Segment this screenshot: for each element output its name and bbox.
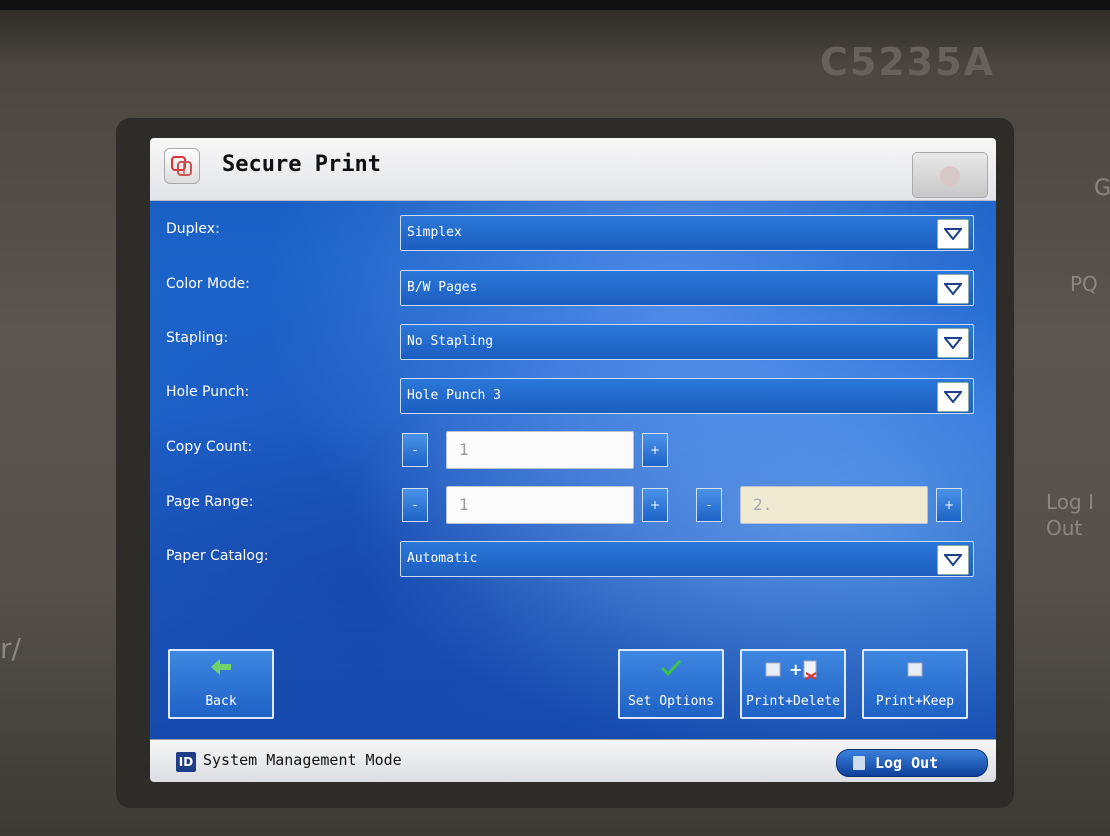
page-range-label: Page Range: [166, 494, 254, 510]
checkmark-icon [620, 659, 722, 683]
log-out-icon [853, 756, 865, 770]
edge-text-pq: PQ [1070, 272, 1098, 296]
dropdown-arrow-icon[interactable] [937, 274, 969, 304]
back-arrow-icon [170, 659, 272, 683]
copy-count-increment-button[interactable]: + [642, 433, 668, 467]
plus-sign: + [789, 660, 802, 679]
print-keep-button[interactable]: Print+Keep [862, 649, 968, 719]
print-keep-label: Print+Keep [875, 694, 955, 709]
touch-screen: Secure Print Duplex: Simplex Color Mode:… [150, 138, 996, 782]
page-range-to-increment-button[interactable]: + [936, 488, 962, 522]
print-keep-icon [864, 659, 966, 683]
stapling-dropdown[interactable]: No Stapling [400, 324, 974, 360]
hole-punch-dropdown[interactable]: Hole Punch 3 [400, 378, 974, 414]
edge-text-left: r/ [0, 632, 21, 665]
duplex-dropdown[interactable]: Simplex [400, 215, 974, 251]
hole-punch-label: Hole Punch: [166, 384, 250, 400]
status-bar: ID System Management Mode Log Out [150, 739, 996, 782]
page-range-from-increment-button[interactable]: + [642, 488, 668, 522]
paper-catalog-value: Automatic [407, 551, 478, 566]
page-range-to-decrement-button[interactable]: - [696, 488, 722, 522]
system-mode-text: System Management Mode [203, 751, 402, 769]
color-mode-label: Color Mode: [166, 276, 250, 292]
set-options-label: Set Options [627, 694, 715, 709]
edge-text-log: Log I [1046, 490, 1094, 514]
set-options-button[interactable]: Set Options [618, 649, 724, 719]
paper-catalog-dropdown[interactable]: Automatic [400, 541, 974, 577]
page-title: Secure Print [222, 152, 381, 177]
id-badge-icon: ID [176, 752, 196, 772]
dropdown-arrow-icon[interactable] [937, 382, 969, 412]
copy-count-label: Copy Count: [166, 439, 253, 455]
dropdown-arrow-icon[interactable] [937, 219, 969, 249]
color-mode-dropdown[interactable]: B/W Pages [400, 270, 974, 306]
model-label: C5235A [820, 40, 996, 84]
settings-panel: Duplex: Simplex Color Mode: B/W Pages St… [150, 201, 996, 739]
print-delete-button[interactable]: + Print+Delete [740, 649, 846, 719]
secure-print-icon [164, 148, 200, 184]
page-range-to-field[interactable]: 2. [740, 486, 928, 524]
stapling-label: Stapling: [166, 330, 229, 346]
device-top-edge [0, 0, 1110, 10]
duplex-value: Simplex [407, 225, 462, 240]
stapling-value: No Stapling [407, 334, 494, 349]
color-mode-value: B/W Pages [407, 280, 478, 295]
title-bar: Secure Print [150, 138, 996, 201]
stop-icon [940, 166, 960, 186]
log-out-button[interactable]: Log Out [836, 749, 988, 777]
copy-count-field[interactable]: 1 [446, 431, 634, 469]
copy-count-decrement-button[interactable]: - [402, 433, 428, 467]
duplex-label: Duplex: [166, 221, 220, 237]
dropdown-arrow-icon[interactable] [937, 328, 969, 358]
log-out-label: Log Out [875, 754, 939, 772]
edge-text-g: G [1094, 176, 1110, 201]
back-button[interactable]: Back [168, 649, 274, 719]
edge-text-out: Out [1046, 516, 1083, 540]
page-range-from-field[interactable]: 1 [446, 486, 634, 524]
hole-punch-value: Hole Punch 3 [407, 388, 501, 403]
stop-button[interactable] [912, 152, 988, 198]
print-delete-label: Print+Delete [746, 694, 840, 709]
dropdown-arrow-icon[interactable] [937, 545, 969, 575]
paper-catalog-label: Paper Catalog: [166, 548, 269, 564]
page-range-from-decrement-button[interactable]: - [402, 488, 428, 522]
back-button-label: Back [205, 694, 237, 709]
print-delete-icon: + [742, 659, 844, 683]
